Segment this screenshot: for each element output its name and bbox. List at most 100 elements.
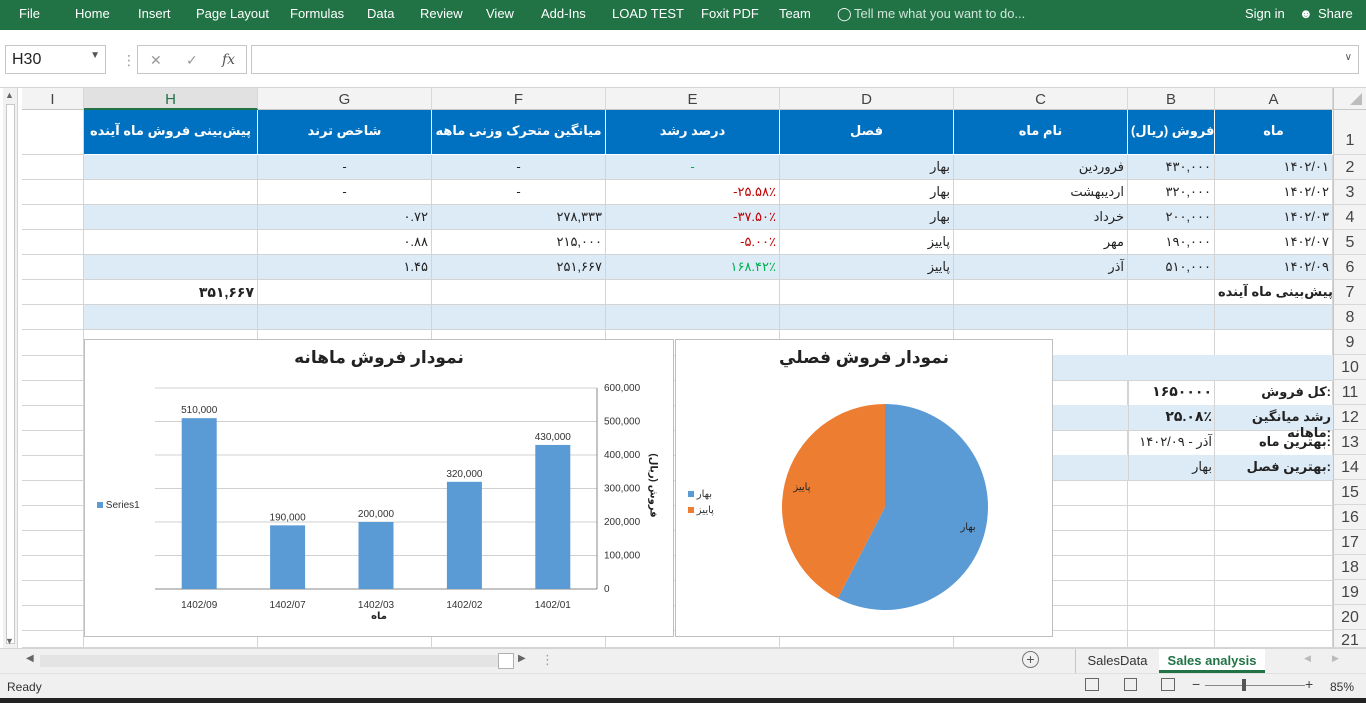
row-header-8[interactable]: 8 [1333, 305, 1366, 330]
file-tab[interactable]: File [19, 6, 40, 21]
cell-f8[interactable] [432, 305, 606, 330]
cell-i8[interactable] [22, 305, 84, 330]
cell-g7[interactable] [258, 280, 432, 305]
sign-in-link[interactable]: Sign in [1245, 6, 1285, 21]
column-header-d[interactable]: D [780, 88, 954, 110]
cell-i2[interactable] [22, 155, 84, 180]
row-header-12[interactable]: 12 [1333, 405, 1366, 430]
cell-h5[interactable] [84, 230, 258, 255]
cell-g5[interactable]: ۰.۸۸ [258, 230, 432, 255]
add-sheet-icon[interactable]: + [1022, 651, 1039, 668]
sheet-tab-salesdata[interactable]: SalesData [1075, 649, 1159, 673]
page-layout-view-icon[interactable] [1124, 678, 1137, 691]
tab-formulas[interactable]: Formulas [290, 6, 344, 21]
cell-b6[interactable]: ۵۱۰,۰۰۰ [1128, 255, 1215, 280]
cell-a8[interactable] [1215, 305, 1333, 330]
cell-e5[interactable]: -۵.۰۰٪ [606, 230, 780, 255]
cell-b7[interactable] [1128, 280, 1215, 305]
tab-foxit-pdf[interactable]: Foxit PDF [701, 6, 759, 21]
tell-me-box[interactable]: Tell me what you want to do... [854, 6, 1025, 21]
enter-icon[interactable]: ✓ [186, 52, 198, 69]
row-header-10[interactable]: 10 [1333, 355, 1366, 380]
total-sales-label[interactable]: کل فروش: [1215, 384, 1331, 400]
bar[interactable] [446, 481, 482, 589]
row-header-9[interactable]: 9 [1333, 330, 1366, 355]
cell-i4[interactable] [22, 205, 84, 230]
cell-a5[interactable]: ۱۴۰۲/۰۷ [1215, 230, 1333, 255]
header-month[interactable]: ماه [1215, 110, 1333, 155]
cell-b2[interactable]: ۴۳۰,۰۰۰ [1128, 155, 1215, 180]
row-header-21[interactable]: 21 [1333, 630, 1366, 649]
cell-a2[interactable]: ۱۴۰۲/۰۱ [1215, 155, 1333, 180]
scrollbar-thumb[interactable] [6, 104, 15, 644]
row-header-7[interactable]: 7 [1333, 280, 1366, 305]
cell-h6[interactable] [84, 255, 258, 280]
cell-e3[interactable]: -۲۵.۵۸٪ [606, 180, 780, 205]
cell-g4[interactable]: ۰.۷۲ [258, 205, 432, 230]
row-header-18[interactable]: 18 [1333, 555, 1366, 580]
header-moving-avg[interactable]: میانگین متحرک وزنی ماهه [432, 110, 606, 155]
row-header-14[interactable]: 14 [1333, 455, 1366, 480]
cell-e2[interactable]: - [606, 155, 780, 180]
cell-a6[interactable]: ۱۴۰۲/۰۹ [1215, 255, 1333, 280]
header-growth[interactable]: درصد رشد [606, 110, 780, 155]
column-header-e[interactable]: E [606, 88, 780, 110]
cell-h2[interactable] [84, 155, 258, 180]
cell-f4[interactable]: ۲۷۸,۳۳۳ [432, 205, 606, 230]
cell-f5[interactable]: ۲۱۵,۰۰۰ [432, 230, 606, 255]
cell-a4[interactable]: ۱۴۰۲/۰۳ [1215, 205, 1333, 230]
best-season-label[interactable]: بهترین فصل: [1215, 459, 1331, 475]
tab-scroll-right-icon[interactable]: ▶ [1332, 653, 1339, 664]
row-header-2[interactable]: 2 [1333, 155, 1366, 180]
header-trend[interactable]: شاخص ترند [258, 110, 432, 155]
monthly-sales-chart[interactable]: نمودار فروش ماهانه 510,000 190,000 200,000… [84, 339, 674, 637]
row-header-16[interactable]: 16 [1333, 505, 1366, 530]
tab-home[interactable]: Home [75, 6, 110, 21]
header-month-name[interactable]: نام ماه [954, 110, 1128, 155]
cell-i5[interactable] [22, 230, 84, 255]
cell-b3[interactable]: ۳۲۰,۰۰۰ [1128, 180, 1215, 205]
cell-g8[interactable] [258, 305, 432, 330]
formula-input[interactable]: ∨ [251, 45, 1359, 74]
bar[interactable] [181, 418, 217, 589]
tab-add-ins[interactable]: Add-Ins [541, 6, 586, 21]
cell-d3[interactable]: بهار [780, 180, 954, 205]
horizontal-scroll-thumb[interactable] [498, 653, 514, 669]
name-box[interactable]: H30 ▼ [5, 45, 106, 74]
tab-view[interactable]: View [486, 6, 514, 21]
cell-d6[interactable]: پاییز [780, 255, 954, 280]
zoom-slider-track[interactable] [1205, 685, 1305, 686]
cell-e8[interactable] [606, 305, 780, 330]
row-header-3[interactable]: 3 [1333, 180, 1366, 205]
tab-review[interactable]: Review [420, 6, 463, 21]
horizontal-scroll-track[interactable] [40, 655, 500, 667]
zoom-in-icon[interactable]: + [1305, 676, 1313, 692]
row-header-20[interactable]: 20 [1333, 605, 1366, 630]
cell-g6[interactable]: ۱.۴۵ [258, 255, 432, 280]
row-header-11[interactable]: 11 [1333, 380, 1366, 405]
tab-insert[interactable]: Insert [138, 6, 171, 21]
cell-e4[interactable]: -۳۷.۵۰٪ [606, 205, 780, 230]
cell-c3[interactable]: اردیبهشت [954, 180, 1128, 205]
cell-f2[interactable]: - [432, 155, 606, 180]
cell-c5[interactable]: مهر [954, 230, 1128, 255]
scroll-down-icon[interactable]: ▼ [5, 636, 14, 646]
best-season-value[interactable]: بهار [1128, 459, 1212, 475]
cell-b8[interactable] [1128, 305, 1215, 330]
tab-team[interactable]: Team [779, 6, 811, 21]
avg-growth-value[interactable]: ۲۵.۰۸٪ [1128, 408, 1212, 425]
row-header-17[interactable]: 17 [1333, 530, 1366, 555]
share-button[interactable]: Share [1318, 6, 1353, 21]
cell-b4[interactable]: ۲۰۰,۰۰۰ [1128, 205, 1215, 230]
column-header-g[interactable]: G [258, 88, 432, 110]
scroll-up-icon[interactable]: ▲ [5, 90, 14, 100]
cell-b5[interactable]: ۱۹۰,۰۰۰ [1128, 230, 1215, 255]
header-forecast[interactable]: پیش‌بینی فروش ماه آینده [84, 110, 258, 155]
page-break-view-icon[interactable] [1161, 678, 1175, 691]
cell-h4[interactable] [84, 205, 258, 230]
zoom-slider-thumb[interactable] [1242, 679, 1246, 691]
forecast-label[interactable]: پیش‌بینی ماه آینده [1215, 280, 1333, 305]
cell-f7[interactable] [432, 280, 606, 305]
cell-c7[interactable] [954, 280, 1128, 305]
tab-page-layout[interactable]: Page Layout [196, 6, 269, 21]
